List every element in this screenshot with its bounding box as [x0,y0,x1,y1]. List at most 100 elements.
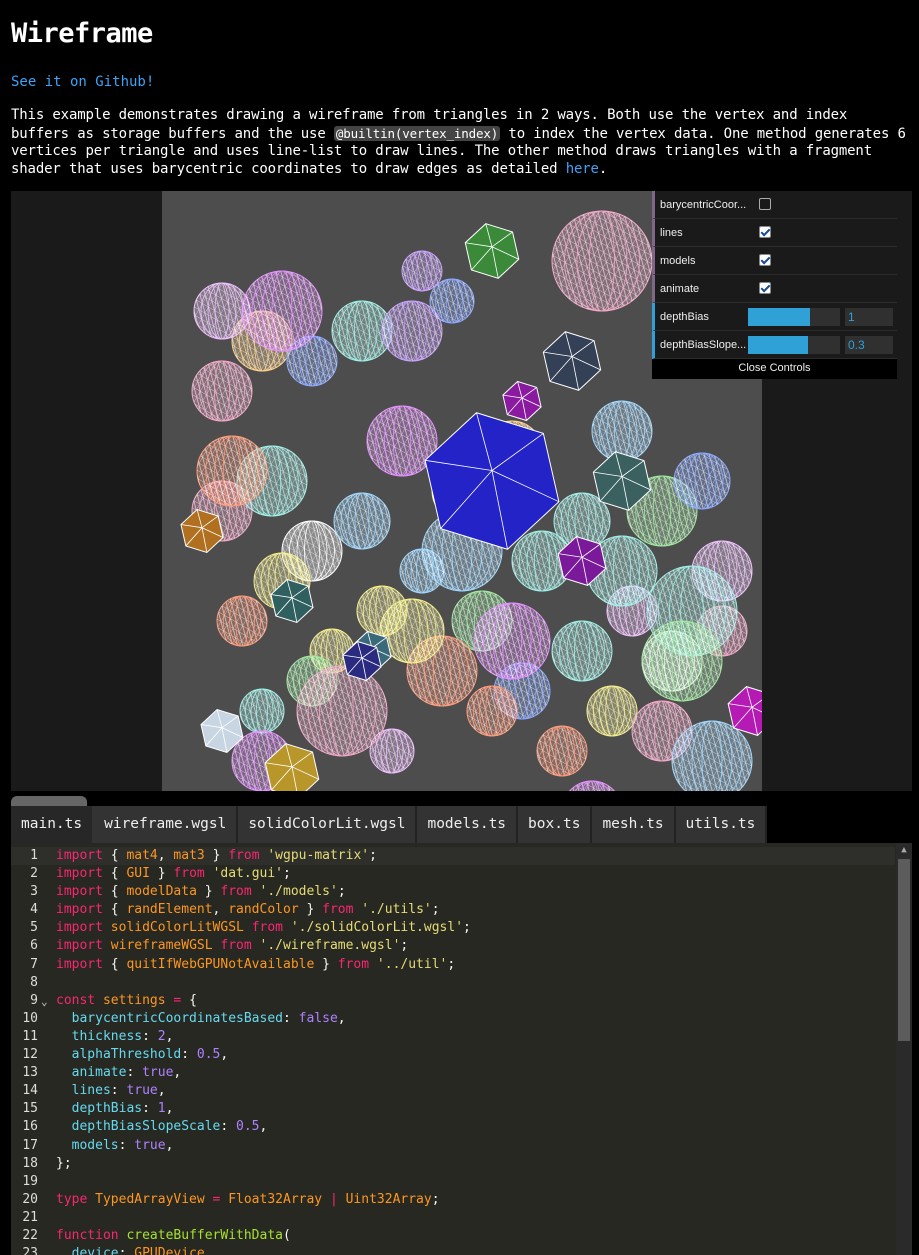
wireframe-sphere [191,360,253,422]
line-number: 18 [22,1155,38,1171]
gui-slider-fill [748,336,808,354]
line-number: 13 [22,1065,38,1081]
tab-wireframe-wgsl[interactable]: wireframe.wgsl [94,806,239,843]
line-number-gutter: 1 2 3 4 5 6 7 8 9 ⌄ 10 11 12 13 14 15 16 17 18 19 20 21 22 23 [11,847,51,1255]
github-link[interactable]: See it on Github! [11,74,154,90]
code-line: depthBiasSlopeScale: 0.5, [71,1119,268,1135]
scrollbar-thumb[interactable] [898,859,910,1041]
line-number: 15 [22,1101,38,1117]
code-line: device: GPUDevice, [71,1246,213,1255]
gui-row-label: models [660,254,696,267]
wireframe-sphere [586,685,638,737]
gui-slider[interactable] [748,336,840,354]
line-number: 12 [22,1047,38,1063]
gui-number-input[interactable]: 1 [845,308,893,326]
tab-box-ts[interactable]: box.ts [518,806,593,843]
wireframe-polyhedron [464,223,520,279]
code-line: import wireframeWGSL from './wireframe.w… [56,938,409,954]
line-number: 6 [30,938,38,954]
description-here-link[interactable]: here [566,161,599,177]
line-number: 23 [22,1246,38,1255]
gui-row-label: animate [660,282,700,295]
wireframe-sphere [473,602,551,680]
gui-checkbox[interactable] [759,254,771,266]
wireframe-sphere [239,688,285,734]
code-line: import solidColorLitWGSL from './solidCo… [56,920,471,936]
wireframe-sphere [551,210,653,312]
wireframe-sphere [196,435,268,507]
code-line: import { GUI } from 'dat.gui'; [56,866,291,882]
wireframe-sphere [241,270,323,352]
tab-main-ts[interactable]: main.ts [11,806,95,843]
gui-number-input[interactable]: 0.3 [845,336,893,354]
wireframe-sphere [381,300,443,362]
close-controls-button[interactable]: Close Controls [652,359,897,379]
code-line: const settings = { [56,992,197,1008]
code-line: import { quitIfWebGPUNotAvailable } from… [56,956,456,972]
line-number: 22 [22,1227,38,1243]
code-line: thickness: 2, [71,1028,174,1044]
file-tabs: main.ts wireframe.wgsl solidColorLit.wgsl m… [11,806,768,843]
line-number: 14 [22,1083,38,1099]
gui-checkbox[interactable] [759,198,771,210]
code-line: import { mat4, mat3 } from 'wgpu-matrix'… [56,848,377,863]
code-line: function createBufferWithData( [56,1227,291,1243]
page-title: Wireframe [11,18,153,49]
wireframe-sphere [641,620,723,702]
gui-checkbox[interactable] [759,282,771,294]
code-line: lines: true, [71,1083,166,1099]
line-number: 21 [22,1209,38,1225]
tab-solidcolorlit-wgsl[interactable]: solidColorLit.wgsl [238,806,418,843]
gui-slider[interactable] [748,308,840,326]
fold-chevron-icon[interactable]: ⌄ [41,993,48,1011]
line-number: 10 [22,1010,38,1026]
gui-slider-fill [748,308,810,326]
tab-mesh-ts[interactable]: mesh.ts [592,806,676,843]
line-number: 7 [30,956,38,972]
gui-row-label: barycentricCoor... [660,198,747,211]
description-end: . [598,160,608,177]
wireframe-sphere [401,250,443,292]
tab-strip-handle [11,796,87,806]
gui-row-label: depthBias [660,310,709,323]
code-line: import { modelData } from './models'; [56,884,346,900]
wireframe-polyhedron [180,508,224,554]
code-editor[interactable]: 1 2 3 4 5 6 7 8 9 ⌄ 10 11 12 13 14 15 16 17 18 19 20 21 22 23 i… [11,843,912,1255]
description-code: @builtin(vertex_index) [333,125,501,141]
wireframe-sphere [568,780,616,791]
line-number: 20 [22,1191,38,1207]
gui-row-barycentriccoor: barycentricCoor... [652,191,897,219]
tab-utils-ts[interactable]: utils.ts [675,806,768,843]
wireframe-polyhedron [502,380,542,422]
gui-checkbox[interactable] [759,226,771,238]
code-line: alphaThreshold: 0.5, [71,1047,229,1063]
controls-panel: barycentricCoor... lines models animate dept… [652,191,897,379]
wireframe-sphere [216,595,268,647]
page-description: This example demonstrates drawing a wire… [11,107,911,178]
line-number: 4 [30,902,38,918]
wireframe-sphere [296,665,388,757]
wireframe-sphere [333,492,391,550]
code-line: }; [56,1155,72,1171]
tab-models-ts[interactable]: models.ts [417,806,519,843]
wireframe-polyhedron [424,412,560,550]
wireframe-sphere [551,620,613,682]
line-number: 3 [30,884,38,900]
scroll-up-icon[interactable]: ▲ [896,843,912,857]
code-content[interactable]: import { mat4, mat3 } from 'wgpu-matrix'… [56,847,471,1255]
code-line: animate: true, [71,1065,182,1081]
line-number: 11 [22,1028,38,1044]
line-number: 5 [30,920,38,936]
gui-row-animate: animate [652,275,897,303]
code-line: type TypedArrayView = Float32Array | Uin… [56,1191,440,1207]
editor-scrollbar[interactable]: ▲ [896,843,912,1255]
code-line: import { randElement, randColor } from '… [56,902,440,918]
line-number: 2 [30,866,38,882]
gui-row-depthbiasslope: depthBiasSlope... 0.3 [652,331,897,359]
line-number: 9 ⌄ [11,992,51,1010]
wireframe-sphere [466,685,518,737]
gui-row-label: depthBiasSlope... [660,338,747,351]
code-line: barycentricCoordinatesBased: false, [71,1010,346,1026]
